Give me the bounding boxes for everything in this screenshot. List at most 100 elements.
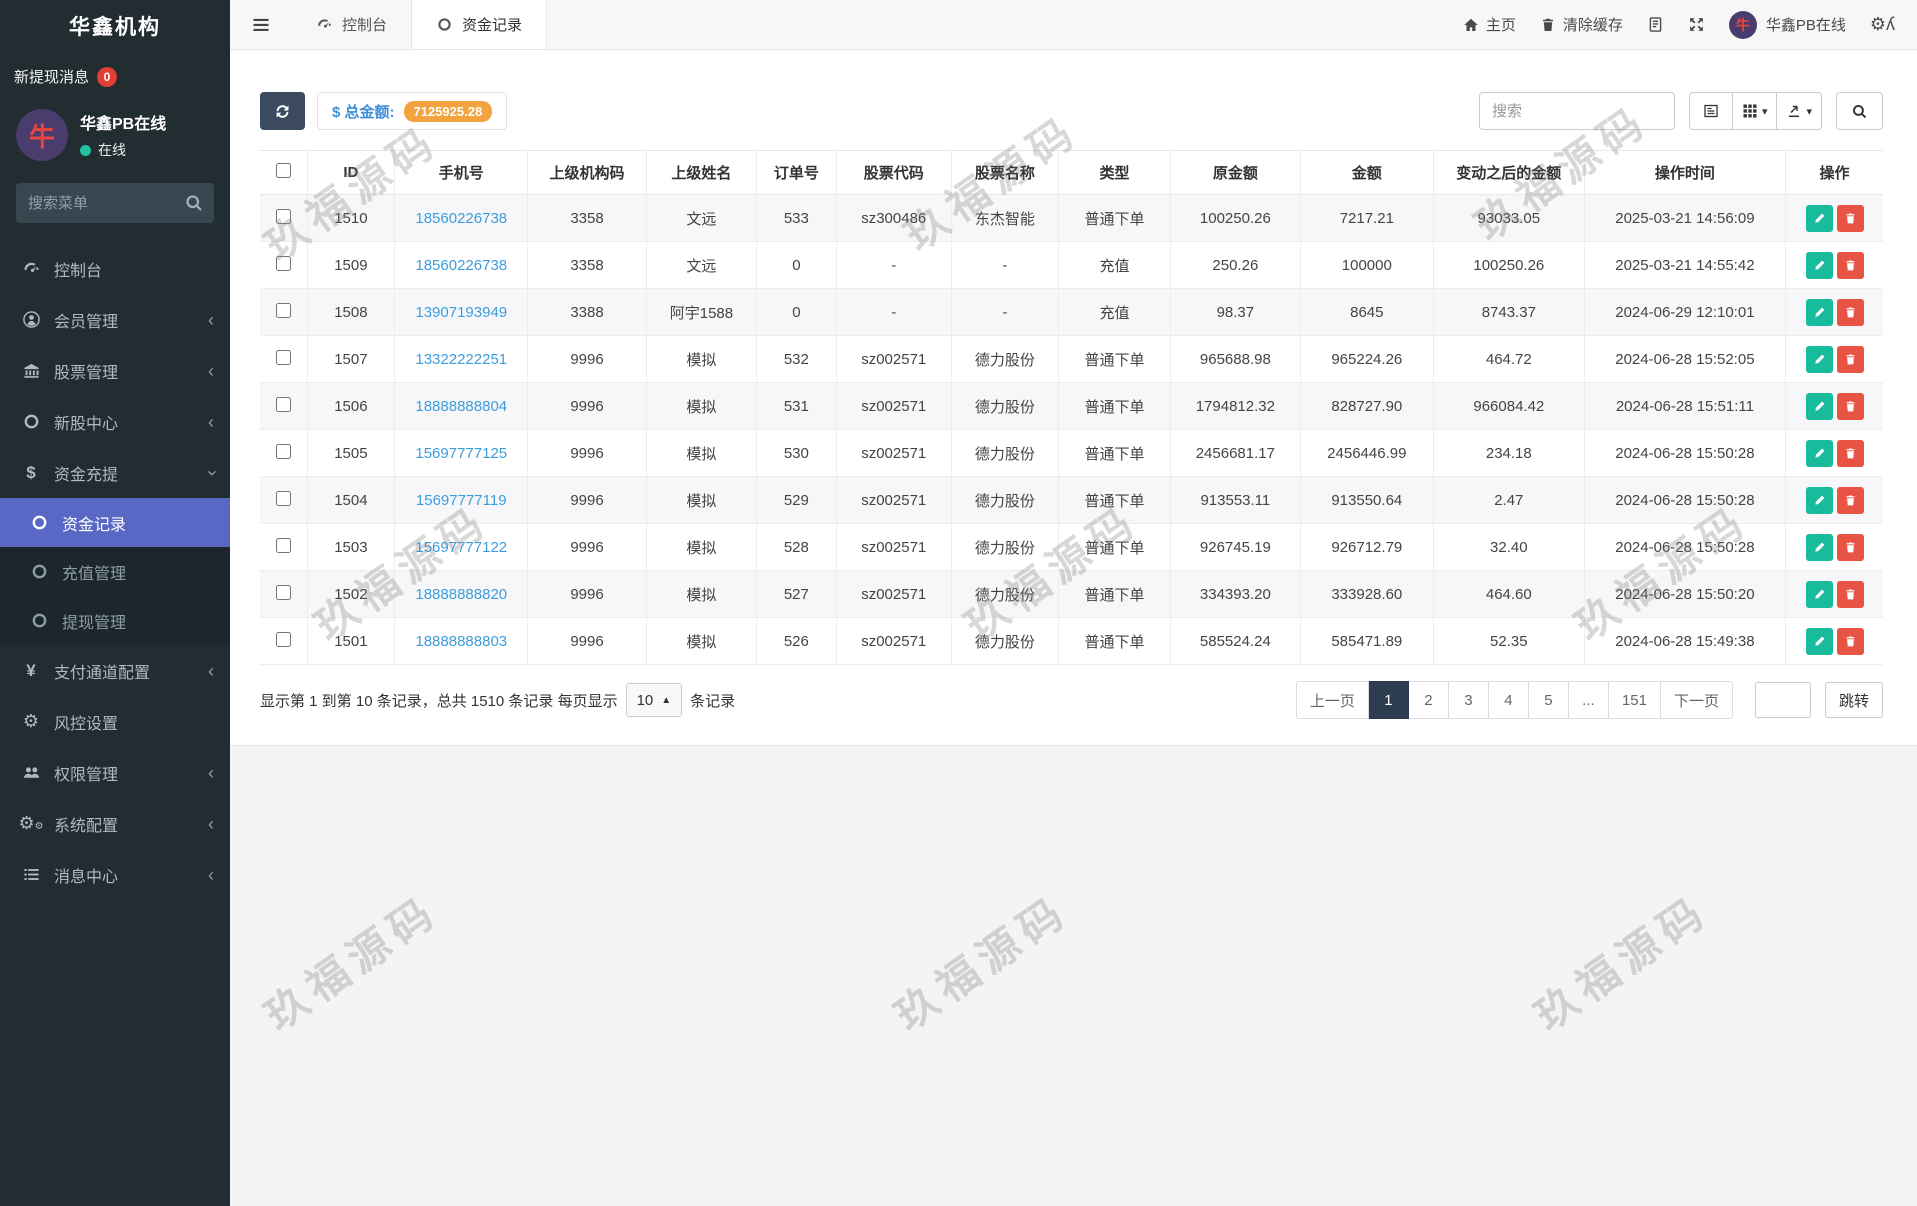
withdraw-notice[interactable]: 新提现消息 0	[0, 56, 230, 99]
row-checkbox[interactable]	[275, 631, 291, 647]
page-button-上一页[interactable]: 上一页	[1295, 681, 1369, 719]
page-button-151[interactable]: 151	[1608, 681, 1661, 719]
page-button-下一页[interactable]: 下一页	[1660, 681, 1733, 719]
records-summary-suffix: 条记录	[690, 692, 736, 710]
total-amount-box: $ 总金额: 7125925.28	[317, 92, 508, 130]
sidebar-item-funds[interactable]: $ 资金充提 ‹	[0, 447, 230, 498]
row-checkbox[interactable]	[275, 537, 291, 553]
delete-button[interactable]	[1836, 486, 1864, 514]
cell-code: sz002571	[836, 429, 952, 477]
clear-cache-button[interactable]: 清除缓存	[1540, 14, 1623, 35]
sidebar-item-members[interactable]: 会员管理 ‹	[0, 294, 230, 345]
page-button-4[interactable]: 4	[1488, 681, 1529, 719]
row-checkbox[interactable]	[275, 443, 291, 459]
phone-link[interactable]: 15697777119	[416, 492, 507, 509]
columns-button[interactable]: ▾	[1732, 92, 1778, 130]
topbar-user[interactable]: 牛 华鑫PB在线	[1728, 10, 1846, 39]
delete-button[interactable]	[1836, 627, 1864, 655]
total-amount-label: $ 总金额:	[332, 103, 395, 121]
jump-page-input[interactable]	[1754, 682, 1811, 718]
tab-dashboard[interactable]: 控制台	[292, 0, 411, 49]
row-checkbox[interactable]	[275, 349, 291, 365]
edit-button[interactable]	[1805, 298, 1833, 326]
export-button[interactable]: ▾	[1777, 92, 1822, 130]
page-button-2[interactable]: 2	[1408, 681, 1449, 719]
page-button-...[interactable]: ...	[1568, 681, 1609, 719]
sidebar-item-withdraw-mgmt[interactable]: 提现管理	[0, 596, 230, 645]
edit-button[interactable]	[1805, 533, 1833, 561]
row-checkbox[interactable]	[275, 208, 291, 224]
row-checkbox[interactable]	[275, 396, 291, 412]
phone-link[interactable]: 13322222251	[415, 351, 507, 368]
phone-link[interactable]: 13907193949	[415, 304, 507, 321]
cell-stock: 德力股份	[951, 570, 1059, 618]
delete-button[interactable]	[1836, 345, 1864, 373]
sidebar-item-stocks[interactable]: 股票管理 ‹	[0, 345, 230, 396]
edit-button[interactable]	[1805, 580, 1833, 608]
cell-code: -	[836, 288, 952, 336]
sidebar-item-recharge-mgmt[interactable]: 充值管理	[0, 547, 230, 596]
page-button-5[interactable]: 5	[1528, 681, 1569, 719]
phone-link[interactable]: 18560226738	[415, 257, 507, 274]
edit-button[interactable]	[1805, 251, 1833, 279]
jump-button[interactable]: 跳转	[1824, 682, 1883, 718]
sidebar-toggle-icon[interactable]	[230, 0, 292, 49]
cell-parent: 模拟	[646, 570, 758, 618]
search-submit-button[interactable]	[1836, 92, 1883, 130]
home-link[interactable]: 主页	[1463, 14, 1516, 35]
select-all-checkbox[interactable]	[275, 163, 291, 178]
table-search-input[interactable]	[1478, 92, 1675, 130]
row-checkbox[interactable]	[275, 255, 291, 271]
phone-link[interactable]: 18888888803	[415, 633, 507, 650]
cell-type: 普通下单	[1058, 429, 1171, 477]
phone-link[interactable]: 18888888804	[415, 398, 507, 415]
row-checkbox[interactable]	[275, 584, 291, 600]
edit-button[interactable]	[1805, 392, 1833, 420]
sidebar-item-message-center[interactable]: 消息中心 ‹	[0, 849, 230, 900]
cell-id: 1507	[307, 335, 396, 383]
cell-type: 充值	[1058, 241, 1171, 289]
phone-link[interactable]: 18560226738	[415, 210, 507, 227]
sidebar-item-label: 新股中心	[54, 415, 119, 433]
phone-link[interactable]: 15697777125	[415, 445, 507, 462]
delete-button[interactable]	[1836, 298, 1864, 326]
sidebar-item-risk-settings[interactable]: ⚙ 风控设置	[0, 696, 230, 747]
sidebar-item-dashboard[interactable]: 控制台	[0, 243, 230, 294]
document-icon[interactable]	[1647, 16, 1664, 33]
search-icon	[1853, 104, 1867, 118]
fullscreen-icon[interactable]	[1688, 16, 1705, 33]
delete-button[interactable]	[1836, 533, 1864, 561]
cell-id: 1510	[307, 194, 396, 242]
sidebar-item-permissions[interactable]: 权限管理 ‹	[0, 747, 230, 798]
refresh-button[interactable]	[260, 92, 305, 130]
settings-cogs-icon[interactable]: ⚙ʎ	[1870, 14, 1895, 35]
edit-button[interactable]	[1805, 439, 1833, 467]
sidebar-item-ipo-center[interactable]: 新股中心 ‹	[0, 396, 230, 447]
chevron-down-icon: ▾	[1761, 105, 1768, 118]
row-checkbox[interactable]	[275, 302, 291, 318]
cell-amount: 2456446.99	[1300, 429, 1434, 477]
delete-button[interactable]	[1836, 392, 1864, 420]
cell-after: 464.60	[1433, 570, 1585, 618]
sidebar-item-fund-records[interactable]: 资金记录	[0, 498, 230, 547]
delete-button[interactable]	[1836, 580, 1864, 608]
phone-link[interactable]: 18888888820	[415, 586, 507, 603]
delete-button[interactable]	[1836, 204, 1864, 232]
cell-amount: 965224.26	[1300, 335, 1434, 383]
row-checkbox[interactable]	[275, 490, 291, 506]
delete-button[interactable]	[1836, 251, 1864, 279]
delete-button[interactable]	[1836, 439, 1864, 467]
page-size-select[interactable]: 10 ▲	[625, 683, 683, 717]
phone-link[interactable]: 15697777122	[415, 539, 507, 556]
edit-button[interactable]	[1805, 204, 1833, 232]
cell-time: 2024-06-28 15:52:05	[1584, 335, 1787, 383]
page-button-3[interactable]: 3	[1448, 681, 1489, 719]
edit-button[interactable]	[1805, 486, 1833, 514]
tab-fund-records[interactable]: 资金记录	[411, 0, 548, 49]
sidebar-item-system-config[interactable]: ⚙⚙ 系统配置 ‹	[0, 798, 230, 849]
edit-button[interactable]	[1805, 345, 1833, 373]
edit-button[interactable]	[1805, 627, 1833, 655]
sidebar-item-pay-channel[interactable]: ¥ 支付通道配置 ‹	[0, 645, 230, 696]
toggle-view-button[interactable]	[1688, 92, 1733, 130]
page-button-1[interactable]: 1	[1368, 681, 1409, 719]
